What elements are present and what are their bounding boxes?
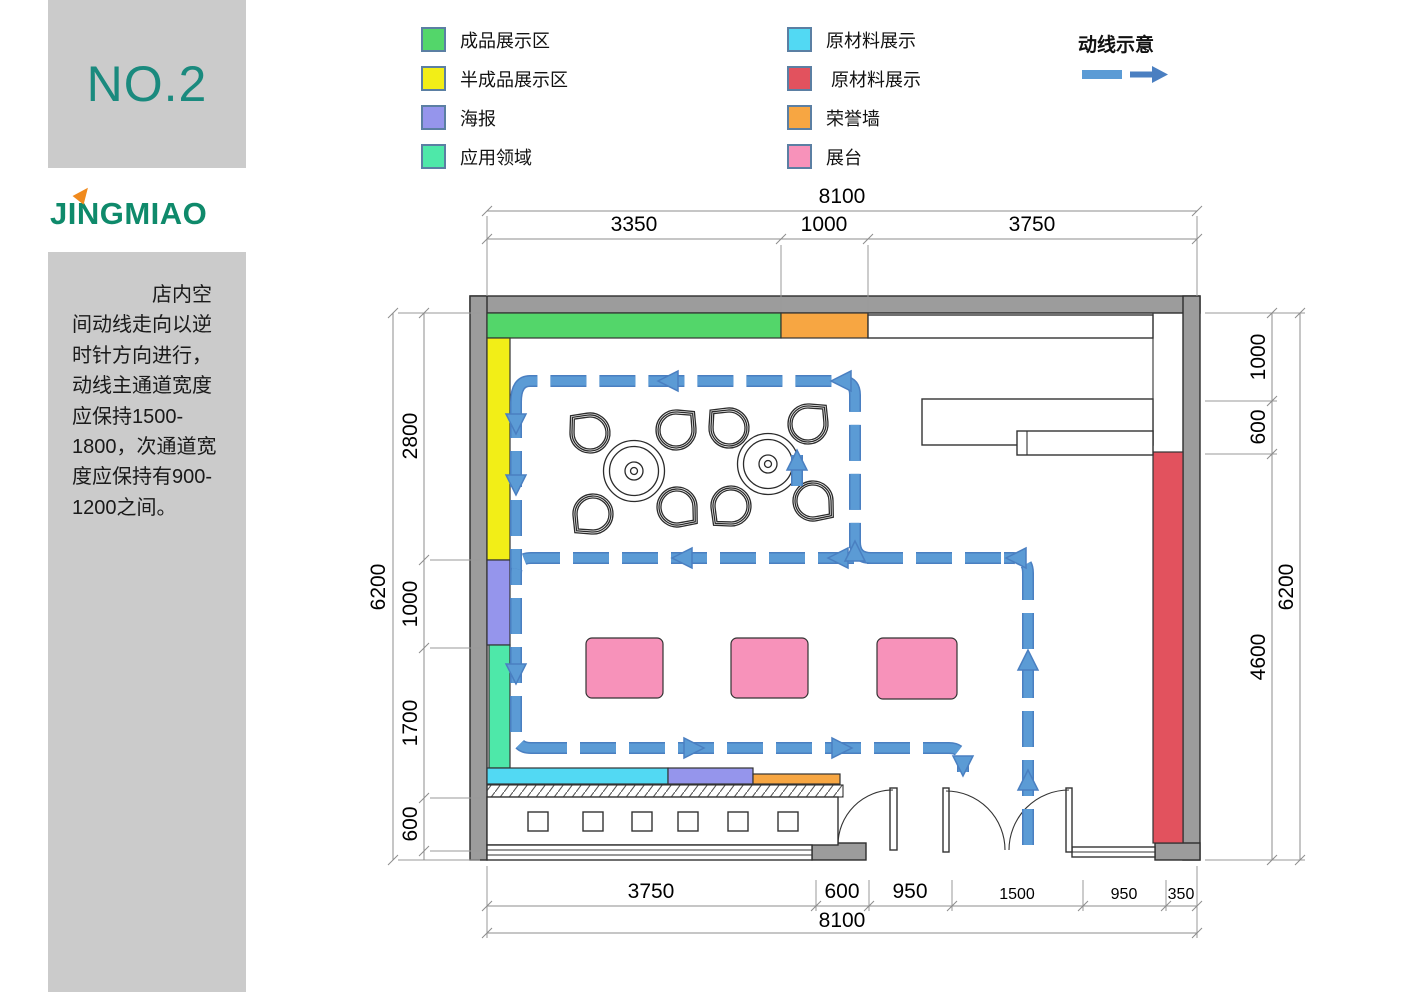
pink-swatch xyxy=(787,144,812,169)
cyan-swatch xyxy=(787,27,812,52)
wall-right xyxy=(1183,296,1200,860)
storefront-window-left xyxy=(487,845,812,860)
red-swatch xyxy=(787,66,812,91)
legend-column-1: 成品展示区 半成品展示区 海报 应用领域 xyxy=(421,26,568,182)
arrow-right-icon xyxy=(832,738,852,758)
arrow-up-icon xyxy=(1018,770,1038,790)
arrow-down-icon xyxy=(953,756,973,776)
round-table-1 xyxy=(604,441,665,502)
flow-legend-label: 动线示意 xyxy=(1078,30,1154,57)
dim-right-seg1: 1000 xyxy=(1247,334,1270,381)
arrow-right-icon xyxy=(684,738,704,758)
legend-item-semifinished: 半成品展示区 xyxy=(421,65,568,92)
zone-poster-purple-2 xyxy=(668,768,753,784)
zone-raw-material-red xyxy=(1153,452,1183,843)
wall-corner-bottom-right xyxy=(1155,843,1200,860)
flow-middle-run xyxy=(516,558,1001,574)
zone-raw-material-cyan xyxy=(487,768,668,784)
display-stand-1 xyxy=(586,638,663,698)
zones xyxy=(487,313,1183,843)
flow-left-run xyxy=(516,402,531,748)
orange-swatch xyxy=(787,105,812,130)
dim-bottom-seg3: 950 xyxy=(892,880,927,903)
dim-right-overall: 6200 xyxy=(1275,564,1298,611)
slide-number: NO.2 xyxy=(87,55,208,113)
top-wall-shelf xyxy=(868,315,1153,338)
logo-text: JINGMIAO xyxy=(50,196,207,232)
dim-left-seg2: 1000 xyxy=(399,581,422,628)
dim-bottom-seg2: 600 xyxy=(824,880,859,903)
display-stand-2 xyxy=(731,638,808,698)
green-swatch xyxy=(421,27,446,52)
legend-item-application: 应用领域 xyxy=(421,143,568,170)
arrow-left-icon xyxy=(658,371,678,391)
dim-bottom-overall: 8100 xyxy=(819,909,866,932)
wall-top xyxy=(470,296,1200,313)
dim-top-seg2: 1000 xyxy=(801,213,848,236)
description-text: 店内空间动线走向以逆时针方向进行，动线主通道宽度应保持1500-1800，次通道… xyxy=(48,252,246,523)
dimensions-right: 1000 600 4600 6200 xyxy=(1205,308,1305,865)
dim-bottom-seg4: 1500 xyxy=(999,886,1035,903)
dim-right-seg2: 600 xyxy=(1247,409,1270,444)
slide-number-box: NO.2 xyxy=(48,0,246,168)
double-door-right-leaf xyxy=(1066,788,1072,852)
dimensions-bottom: 3750 600 950 1500 950 350 8100 xyxy=(482,866,1202,938)
dim-top-seg1: 3350 xyxy=(611,213,658,236)
jingmiao-logo: JINGMIAO xyxy=(48,188,246,238)
arrow-up-icon xyxy=(1018,650,1038,670)
zone-honor-wall-orange xyxy=(781,313,868,338)
floor-plan: 8100 3350 1000 3750 6200 xyxy=(330,180,1403,980)
double-door-right-arc xyxy=(1009,790,1069,850)
single-door-swing-arc xyxy=(838,790,893,845)
flow-legend-arrow-icon xyxy=(1080,62,1175,86)
legend-item-honor-wall: 荣誉墙 xyxy=(787,104,921,131)
legend-item-raw-material-cyan: 原材料展示 xyxy=(787,26,921,53)
double-door xyxy=(943,788,1072,852)
storefront-window-right xyxy=(1072,847,1155,857)
description-box: 店内空间动线走向以逆时针方向进行，动线主通道宽度应保持1500-1800，次通道… xyxy=(48,252,246,992)
zone-semifinished-yellow xyxy=(487,338,510,560)
single-door xyxy=(838,788,897,850)
dim-bottom-seg6: 350 xyxy=(1168,886,1195,903)
display-stand-3 xyxy=(877,638,957,699)
dim-left-seg1: 2800 xyxy=(399,413,422,460)
legend-item-raw-material-red: 原材料展示 xyxy=(787,65,921,92)
arrow-left-icon xyxy=(672,548,692,568)
legend-item-finished-goods: 成品展示区 xyxy=(421,26,568,53)
dim-left-seg3: 1700 xyxy=(399,700,422,747)
dim-bottom-seg1: 3750 xyxy=(628,880,675,903)
double-door-left-leaf xyxy=(943,788,949,852)
wall-left xyxy=(470,296,487,860)
yellow-swatch xyxy=(421,66,446,91)
dim-bottom-seg5: 950 xyxy=(1111,886,1138,903)
zone-poster-purple xyxy=(487,560,510,645)
dim-left-seg4: 600 xyxy=(399,806,422,841)
legend-item-display-stand: 展台 xyxy=(787,143,921,170)
purple-swatch xyxy=(421,105,446,130)
mint-swatch xyxy=(421,144,446,169)
counter-lower-shelf xyxy=(1017,431,1153,455)
arrow-left-icon xyxy=(831,371,851,391)
dimensions-top: 8100 3350 1000 3750 xyxy=(482,185,1202,312)
arrow-left-icon xyxy=(828,548,848,568)
zone-honor-wall-orange-2 xyxy=(753,774,840,784)
arrow-left-icon xyxy=(1006,548,1026,568)
zone-finished-goods-green xyxy=(487,313,781,338)
slide-page: NO.2 JINGMIAO 店内空间动线走向以逆时针方向进行，动线主通道宽度应保… xyxy=(0,0,1403,992)
double-door-left-arc xyxy=(946,791,1005,850)
dimensions-left: 6200 2800 1000 1700 600 xyxy=(367,308,480,865)
legend-column-2: 原材料展示 原材料展示 荣誉墙 展台 xyxy=(787,26,921,182)
dim-right-seg3: 4600 xyxy=(1247,634,1270,681)
legend-item-poster: 海报 xyxy=(421,104,568,131)
counter-hatch-band xyxy=(487,785,843,797)
dim-top-overall: 8100 xyxy=(819,185,866,208)
single-door-leaf xyxy=(890,788,897,850)
flow-entry-run xyxy=(1004,558,1028,845)
dim-top-seg3: 3750 xyxy=(1009,213,1056,236)
dim-left-overall: 6200 xyxy=(367,564,390,611)
